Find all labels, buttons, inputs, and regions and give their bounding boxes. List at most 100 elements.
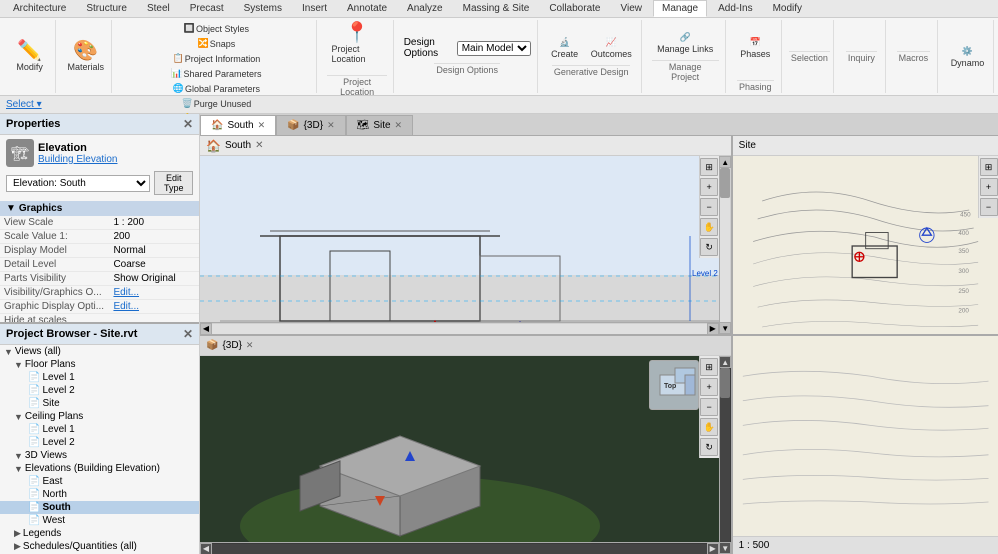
tab-systems[interactable]: Systems bbox=[235, 0, 291, 17]
tree-north[interactable]: 📄 North bbox=[0, 488, 199, 501]
tree-ceiling-level2[interactable]: 📄 Level 2 bbox=[0, 436, 199, 449]
tab-modify[interactable]: Modify bbox=[764, 0, 811, 17]
tree-3d-views[interactable]: ▼ 3D Views bbox=[0, 449, 199, 462]
element-family[interactable]: Building Elevation bbox=[38, 154, 118, 165]
site-zoom-in[interactable]: + bbox=[980, 178, 998, 196]
design-options-select[interactable]: Main Model bbox=[457, 41, 531, 56]
project-location-button[interactable]: 📍 Project Location bbox=[327, 15, 386, 71]
tree-views-all[interactable]: ▼ Views (all) bbox=[0, 345, 199, 358]
materials-button[interactable]: 🎨 Materials bbox=[62, 29, 110, 85]
3d-zoom-in-btn[interactable]: + bbox=[700, 378, 718, 396]
zoom-in-tool[interactable]: + bbox=[700, 178, 718, 196]
purge-button[interactable]: 🗑️ Purge Unused bbox=[122, 97, 310, 110]
3d-zoom-out-btn[interactable]: − bbox=[700, 398, 718, 416]
south-close-btn[interactable]: ✕ bbox=[255, 140, 263, 151]
edit-type-button[interactable]: Edit Type bbox=[154, 171, 193, 195]
create-study-button[interactable]: 🔬 Create bbox=[547, 35, 583, 61]
orbit-tool[interactable]: ↻ bbox=[700, 238, 718, 256]
tree-level2[interactable]: 📄 Level 2 bbox=[0, 384, 199, 397]
tab-south[interactable]: 🏠 South ✕ bbox=[200, 115, 276, 135]
west-label: West bbox=[42, 515, 65, 526]
tab-view[interactable]: View bbox=[611, 0, 651, 17]
south-view-icon: 🏠 bbox=[206, 139, 221, 153]
tab-structure[interactable]: Structure bbox=[77, 0, 136, 17]
visibility-edit-link[interactable]: Edit... bbox=[109, 286, 199, 300]
pan-tool[interactable]: ✋ bbox=[700, 218, 718, 236]
tree-west[interactable]: 📄 West bbox=[0, 514, 199, 527]
scroll-up-btn[interactable]: ▲ bbox=[719, 156, 731, 168]
3d-scroll-up[interactable]: ▲ bbox=[719, 356, 731, 368]
east-icon: 📄 bbox=[28, 476, 40, 487]
site-zoom-out[interactable]: − bbox=[980, 198, 998, 216]
tree-east[interactable]: 📄 East bbox=[0, 475, 199, 488]
dynamo-button[interactable]: ⚙️ Dynamo bbox=[943, 29, 991, 85]
zoom-fit-btn[interactable]: ⊞ bbox=[700, 158, 718, 176]
modify-button[interactable]: ✏️ Modify bbox=[6, 29, 54, 85]
zoom-out-tool[interactable]: − bbox=[700, 198, 718, 216]
properties-content: 🏗 Elevation Building Elevation Elevation… bbox=[0, 135, 199, 322]
tab-steel[interactable]: Steel bbox=[138, 0, 179, 17]
site-zoom-fit[interactable]: ⊞ bbox=[980, 158, 998, 176]
snaps-button[interactable]: 🔀 Snaps bbox=[122, 37, 310, 50]
generative-design-group: 🔬 Create 📈 Outcomes Generative Design bbox=[542, 20, 642, 93]
tab-addins[interactable]: Add-Ins bbox=[709, 0, 761, 17]
3d-orbit-btn[interactable]: ↻ bbox=[700, 438, 718, 456]
views-container: 🏠 South ✕ bbox=[200, 136, 998, 554]
global-params-button[interactable]: 🌐 Global Parameters bbox=[122, 82, 310, 95]
3d-tab-label: {3D} bbox=[304, 120, 323, 131]
object-styles-button[interactable]: 🔲 Object Styles bbox=[122, 22, 310, 35]
tab-site[interactable]: 🗺 Site ✕ bbox=[346, 115, 413, 135]
tree-elevations[interactable]: ▼ Elevations (Building Elevation) bbox=[0, 462, 199, 475]
tree-site[interactable]: 📄 Site bbox=[0, 397, 199, 410]
tab-architecture[interactable]: Architecture bbox=[4, 0, 75, 17]
site-plan-pane[interactable]: Site bbox=[733, 136, 998, 334]
south-vscroll[interactable]: ▲ ▼ bbox=[719, 156, 731, 334]
3d-pan-btn[interactable]: ✋ bbox=[700, 418, 718, 436]
3d-scroll-left[interactable]: ◀ bbox=[200, 543, 212, 554]
tab-analyze[interactable]: Analyze bbox=[398, 0, 452, 17]
tab-massing[interactable]: Massing & Site bbox=[454, 0, 539, 17]
phases-button[interactable]: 📅 Phases bbox=[731, 20, 779, 76]
tab-3d[interactable]: 📦 {3D} ✕ bbox=[276, 115, 345, 135]
site-bottom-pane[interactable]: 1 : 500 bbox=[733, 336, 998, 554]
south-hscroll[interactable]: ◀ ▶ bbox=[200, 322, 719, 334]
3d-hscroll[interactable]: ◀ ▶ bbox=[200, 542, 719, 554]
tree-south[interactable]: 📄 South bbox=[0, 501, 199, 514]
site-tab-close[interactable]: ✕ bbox=[395, 120, 403, 131]
3d-scroll-down[interactable]: ▼ bbox=[719, 542, 731, 554]
project-browser-close-button[interactable]: ✕ bbox=[183, 327, 193, 341]
tree-level1[interactable]: 📄 Level 1 bbox=[0, 371, 199, 384]
site-drawing[interactable]: 450 400 350 300 250 200 bbox=[733, 156, 998, 334]
tab-collaborate[interactable]: Collaborate bbox=[540, 0, 609, 17]
tab-manage[interactable]: Manage bbox=[653, 0, 707, 17]
tree-ceiling-level1[interactable]: 📄 Level 1 bbox=[0, 423, 199, 436]
3d-vscroll[interactable]: ▲ ▼ bbox=[719, 356, 731, 554]
select-button[interactable]: Select ▾ bbox=[6, 99, 42, 110]
tab-precast[interactable]: Precast bbox=[181, 0, 233, 17]
tree-legends[interactable]: ▶ Legends bbox=[0, 527, 199, 540]
properties-close-button[interactable]: ✕ bbox=[183, 117, 193, 131]
tree-ceiling-plans[interactable]: ▼ Ceiling Plans bbox=[0, 410, 199, 423]
tree-schedules[interactable]: ▶ Schedules/Quantities (all) bbox=[0, 540, 199, 553]
manage-links-button[interactable]: 🔗 Manage Links bbox=[653, 30, 717, 56]
south-view-toolbar: ⊞ + − ✋ ↻ bbox=[699, 156, 719, 258]
3d-close-btn[interactable]: ✕ bbox=[246, 340, 254, 351]
scroll-right-btn[interactable]: ▶ bbox=[707, 323, 719, 335]
3d-tab-close[interactable]: ✕ bbox=[327, 120, 335, 131]
graphics-group-header[interactable]: ▼ Graphics bbox=[0, 201, 199, 216]
project-info-button[interactable]: 📋 Project Information bbox=[122, 52, 310, 65]
scroll-down-btn[interactable]: ▼ bbox=[719, 322, 731, 334]
graphic-display-edit-link[interactable]: Edit... bbox=[109, 300, 199, 314]
south-elevation-pane[interactable]: 🏠 South ✕ bbox=[200, 136, 733, 334]
south-tab-close[interactable]: ✕ bbox=[258, 120, 266, 131]
elevation-drawing[interactable]: Level 2 1 : 200 ⊞ bbox=[200, 156, 731, 334]
shared-params-button[interactable]: 📊 Shared Parameters bbox=[122, 67, 310, 80]
3d-scroll-right[interactable]: ▶ bbox=[707, 543, 719, 554]
3d-view-pane[interactable]: 📦 {3D} ✕ Top bbox=[200, 336, 733, 554]
elevation-select[interactable]: Elevation: South bbox=[6, 175, 150, 192]
tree-floor-plans[interactable]: ▼ Floor Plans bbox=[0, 358, 199, 371]
scroll-left-btn[interactable]: ◀ bbox=[200, 323, 212, 335]
3d-zoom-fit-btn[interactable]: ⊞ bbox=[700, 358, 718, 376]
3d-drawing[interactable]: Top bbox=[200, 356, 731, 554]
study-outcomes-button[interactable]: 📈 Outcomes bbox=[587, 35, 636, 61]
